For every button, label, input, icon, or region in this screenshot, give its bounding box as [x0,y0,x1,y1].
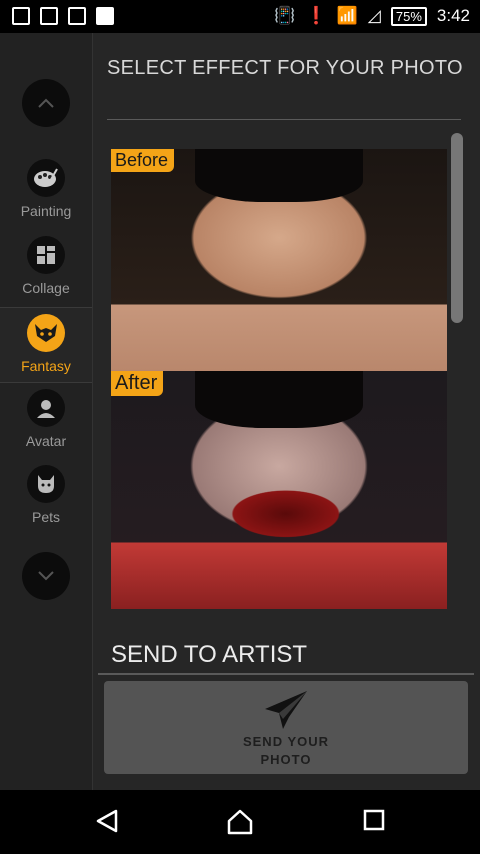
navigation-bar [0,790,480,854]
blank-square-icon [96,7,114,25]
paper-plane-icon [263,689,309,731]
recents-button[interactable] [362,808,386,837]
recents-icon [363,809,385,831]
back-icon [96,809,118,833]
chevron-down-icon [38,571,54,581]
send-photo-button[interactable]: SEND YOUR PHOTO [104,681,468,774]
divider [98,673,474,675]
image-icon [68,7,86,25]
sidebar-item-label: Avatar [25,433,67,449]
send-button-line1: SEND YOUR [242,734,330,749]
alert-icon: ❗ [305,6,327,25]
page-title: SELECT EFFECT FOR YOUR PHOTO [107,57,463,79]
fantasy-mask-icon [27,314,65,352]
scroll-up-button[interactable] [22,79,70,127]
cat-icon [27,465,65,503]
send-button-line2: PHOTO [260,752,312,767]
status-bar: 📳 ❗ 📶 ◿ 75% 3:42 [0,0,480,33]
chevron-up-icon [38,98,54,108]
download-icon [12,7,30,25]
collage-icon [27,236,65,274]
home-button[interactable] [226,808,254,841]
gmail-icon [40,7,58,25]
after-photo: After [111,371,447,609]
send-section-title: SEND TO ARTIST [111,641,308,668]
sidebar-item-avatar[interactable]: Avatar [0,389,92,461]
scrollbar[interactable] [451,133,463,323]
clock: 3:42 [436,6,470,25]
home-icon [227,809,253,835]
main-content: SELECT EFFECT FOR YOUR PHOTO Before Afte… [93,33,480,790]
back-button[interactable] [94,808,120,839]
sidebar-item-label: Fantasy [21,358,71,374]
before-photo: Before [111,149,447,371]
palette-icon [27,159,65,197]
sidebar-item-painting[interactable]: Painting [0,159,92,231]
sidebar-item-label: Pets [31,509,60,525]
after-label: After [111,371,164,396]
sidebar-item-label: Collage [22,280,70,296]
before-label: Before [111,149,175,172]
sidebar-item-pets[interactable]: Pets [0,465,92,537]
category-sidebar: Painting Collage Fantasy Avatar Pets [0,33,93,790]
wifi-icon: 📶 [336,6,358,25]
battery-indicator: 75% [390,6,427,26]
system-icons: 📳 ❗ 📶 ◿ 75% 3:42 [274,6,470,26]
notification-icons [12,7,114,25]
sidebar-item-fantasy[interactable]: Fantasy [0,307,92,383]
sidebar-item-label: Painting [20,203,72,219]
divider [107,119,461,120]
avatar-icon [27,389,65,427]
scroll-down-button[interactable] [22,552,70,600]
signal-icon: ◿ [367,6,381,25]
vibrate-icon: 📳 [274,6,296,25]
sidebar-item-collage[interactable]: Collage [0,236,92,308]
